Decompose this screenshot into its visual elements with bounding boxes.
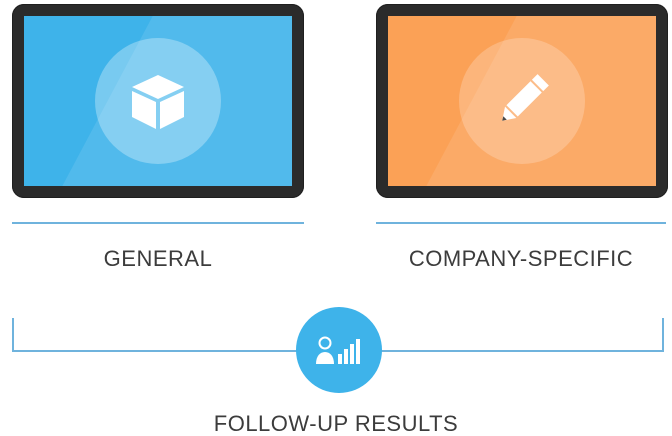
general-label: GENERAL <box>103 246 213 271</box>
general-screen <box>24 16 292 186</box>
user-chart-icon <box>316 336 360 364</box>
results-icon-circle <box>296 307 382 393</box>
company-screen <box>388 16 656 186</box>
cube-icon <box>132 75 184 129</box>
company-divider <box>376 222 666 224</box>
company-tablet <box>376 4 668 198</box>
company-icon-circle <box>459 38 585 164</box>
general-divider <box>12 222 304 224</box>
general-tablet <box>12 4 304 198</box>
company-specific-label: COMPANY-SPECIFIC <box>408 246 634 271</box>
follow-up-results-label: FOLLOW-UP RESULTS <box>213 411 459 436</box>
general-icon-circle <box>95 38 221 164</box>
pencil-icon <box>502 74 549 121</box>
